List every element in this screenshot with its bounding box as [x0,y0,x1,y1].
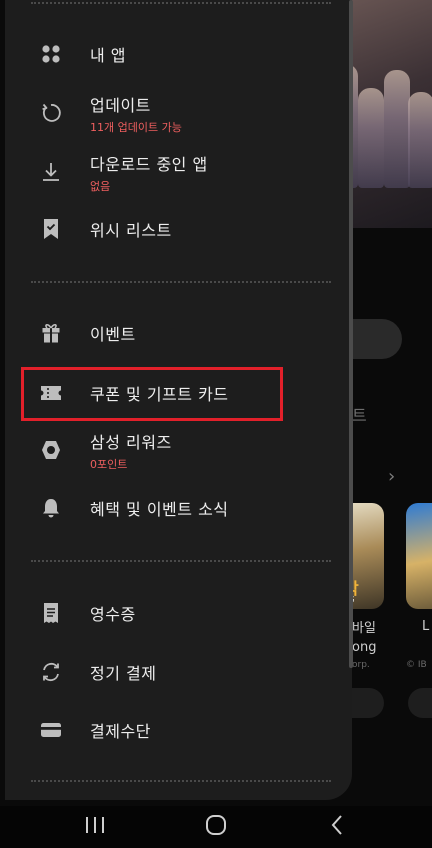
rewards-icon [40,439,62,461]
drawer-item-label: 결제수단 [90,722,151,741]
drawer-item-label: 위시 리스트 [90,221,172,240]
app-card[interactable] [406,503,432,609]
bookmark-check-icon [40,218,62,240]
update-count: 11개 업데이트 가능 [90,120,182,134]
sync-icon [40,661,62,683]
drawer-item-label: 다운로드 중인 앱 [90,154,208,174]
grid-icon [40,43,62,65]
refresh-icon [40,102,62,124]
app-card-title: L [422,619,430,634]
drawer-item-downloading[interactable]: 다운로드 중인 앱 없음 [10,145,340,199]
drawer-item-label: 영수증 [90,605,136,624]
drawer-item-label: 내 앱 [90,46,127,65]
divider [31,560,331,562]
drawer-item-rewards[interactable]: 삼성 리워즈 0포인트 [10,423,340,477]
reward-points: 0포인트 [90,457,128,471]
scrollbar[interactable] [349,0,353,668]
drawer-item-label: 업데이트 [90,95,151,115]
system-navigation-bar [0,806,432,848]
install-button[interactable] [408,688,432,718]
bell-icon [40,497,62,519]
divider [31,2,331,4]
home-button[interactable] [186,806,246,848]
card-icon [40,719,62,741]
divider [31,780,331,782]
drawer-item-payment[interactable]: 결제수단 [10,703,340,757]
drawer-item-label: 혜택 및 이벤트 소식 [90,500,229,519]
drawer-item-notifications[interactable]: 혜택 및 이벤트 소식 [10,481,340,535]
gift-icon [40,322,62,344]
download-icon [40,161,62,183]
drawer-item-label: 삼성 리워즈 [90,432,172,452]
drawer-item-subscriptions[interactable]: 정기 결제 [10,645,340,699]
recent-apps-button[interactable] [65,806,125,848]
drawer-item-events[interactable]: 이벤트 [10,306,340,360]
back-icon [330,814,344,840]
tab-label[interactable]: 트 [352,402,367,426]
recent-apps-icon [84,816,106,838]
drawer-item-wishlist[interactable]: 위시 리스트 [10,202,340,256]
app-card-title: 바일 ong [352,621,377,655]
highlight-box [21,367,283,421]
back-button[interactable] [307,806,367,848]
drawer-item-updates[interactable]: 업데이트 11개 업데이트 가능 [10,86,340,140]
home-icon [205,814,227,840]
app-card-publisher: orp. [352,660,370,670]
download-status: 없음 [90,179,111,193]
drawer-item-receipts[interactable]: 영수증 [10,586,340,640]
drawer-item-label: 정기 결제 [90,664,157,683]
divider [31,281,331,283]
drawer-item-label: 이벤트 [90,325,136,344]
drawer-item-my-apps[interactable]: 내 앱 [10,27,340,81]
chevron-right-icon[interactable]: › [388,466,395,487]
receipt-icon [40,602,62,624]
app-card-publisher: © IB [406,660,427,670]
